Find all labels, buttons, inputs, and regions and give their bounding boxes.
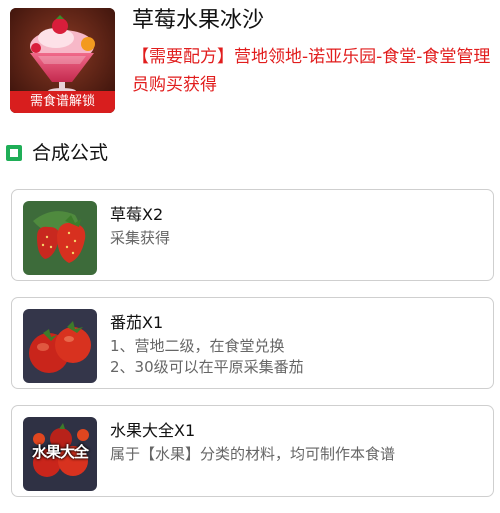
ingredient-card-strawberry[interactable]: 草莓X2 采集获得 <box>11 189 494 281</box>
product-header: 需食谱解锁 草莓水果冰沙 【需要配方】营地领地-诺亚乐园-食堂-食堂管理员购买获… <box>0 0 500 120</box>
ingredient-desc-line: 1、营地二级，在食堂兑换 <box>110 337 285 355</box>
ingredient-desc-line: 属于【水果】分类的材料，均可制作本食谱 <box>110 445 396 463</box>
ingredient-card-fruit-collection[interactable]: 水果大全 水果大全X1 属于【水果】分类的材料，均可制作本食谱 <box>11 405 494 497</box>
ingredient-description: 属于【水果】分类的材料，均可制作本食谱 <box>110 444 395 465</box>
ingredient-card-tomato[interactable]: 番茄X1 1、营地二级，在食堂兑换 2、30级可以在平原采集番茄 <box>11 297 494 389</box>
product-title: 草莓水果冰沙 <box>132 8 265 33</box>
ingredient-description: 采集获得 <box>110 228 170 249</box>
strawberry-icon <box>23 201 97 275</box>
ingredient-desc-line: 2、30级可以在平原采集番茄 <box>110 358 304 376</box>
recipe-locked-badge: 需食谱解锁 <box>10 91 115 113</box>
strawberry-smoothie-icon: 需食谱解锁 <box>10 8 115 113</box>
ingredient-name: 草莓X2 <box>110 205 164 224</box>
section-title: 合成公式 <box>32 142 109 164</box>
fruit-collection-label: 水果大全 <box>31 443 89 461</box>
section-header: 合成公式 <box>6 141 306 165</box>
ingredient-description: 1、营地二级，在食堂兑换 2、30级可以在平原采集番茄 <box>110 336 304 378</box>
ingredient-name: 水果大全X1 <box>110 421 196 440</box>
fruit-collection-icon: 水果大全 <box>23 417 97 491</box>
ingredient-name: 番茄X1 <box>110 313 164 332</box>
square-bullet-icon <box>6 145 22 161</box>
recipe-source-text: 【需要配方】营地领地-诺亚乐园-食堂-食堂管理员购买获得 <box>132 47 491 95</box>
tomato-icon <box>23 309 97 383</box>
ingredient-desc-line: 采集获得 <box>110 229 171 247</box>
